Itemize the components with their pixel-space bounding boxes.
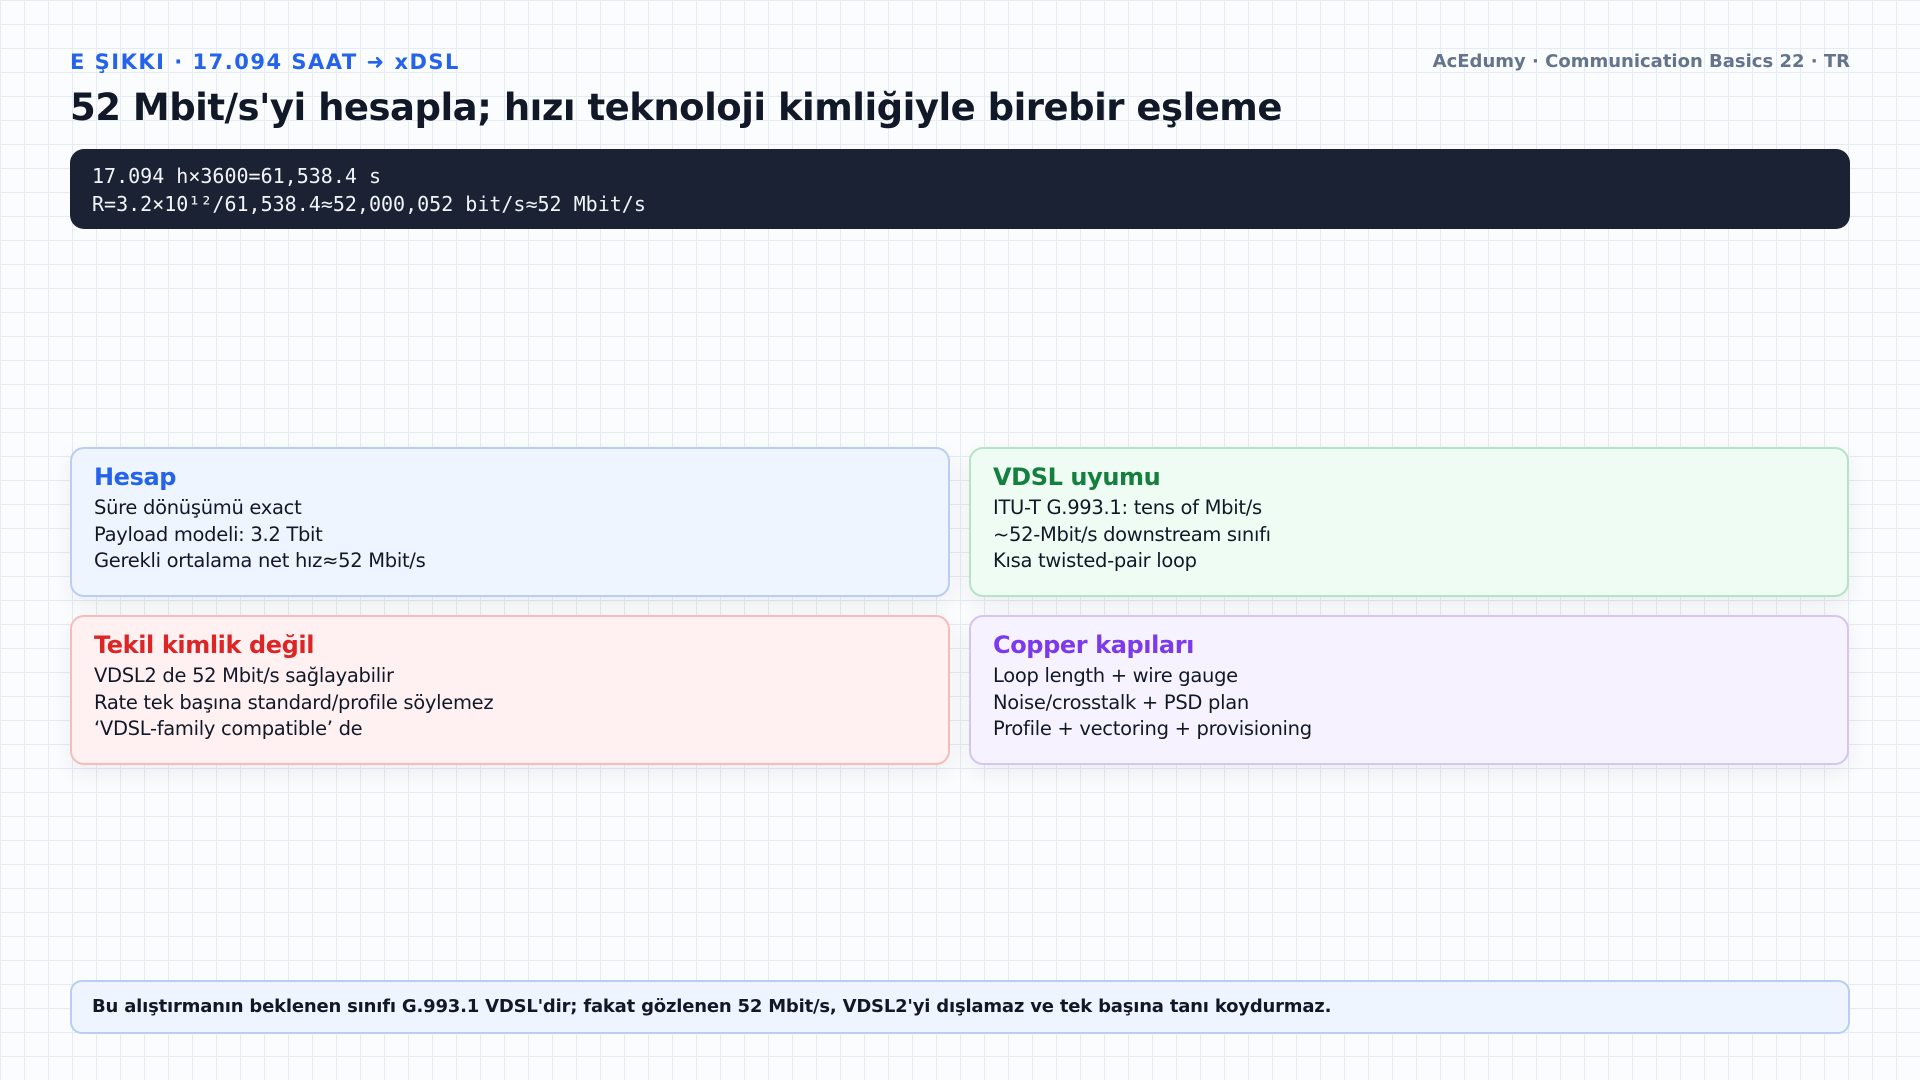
card-item: ~52-Mbit/s downstream sınıfı (993, 522, 1271, 546)
course-brand: AcEdumy · Communication Basics 22 · TR (1432, 51, 1850, 72)
card-item: Noise/crosstalk + PSD plan (993, 690, 1249, 714)
card-item: Gerekli ortalama net hız≈52 Mbit/s (94, 549, 426, 572)
card-title: Tekil kimlik değil (94, 631, 315, 659)
card-list: VDSL2 de 52 Mbit/s sağlayabilir Rate tek… (94, 663, 926, 743)
card-hesap: Hesap Süre dönüşümü exact Payload modeli… (70, 447, 950, 597)
card-item: Payload modeli: 3.2 Tbit (94, 522, 323, 546)
card-item: ITU-T G.993.1: tens of Mbit/s (993, 496, 1262, 519)
card-item: Profile + vectoring + provisioning (993, 717, 1312, 740)
card-item: Kısa twisted-pair loop (993, 549, 1197, 572)
card-list: Loop length + wire gauge Noise/crosstalk… (993, 663, 1825, 743)
page-title: 52 Mbit/s'yi hesapla; hızı teknoloji kim… (70, 86, 1282, 129)
card-item: Loop length + wire gauge (993, 664, 1238, 687)
card-list: Süre dönüşümü exact Payload modeli: 3.2 … (94, 495, 926, 575)
calculation-line-rate: R=3.2×10¹²/61,538.4≈52,000,052 bit/s≈52 … (92, 192, 646, 216)
card-tekil-kimlik-degil: Tekil kimlik değil VDSL2 de 52 Mbit/s sa… (70, 615, 950, 765)
card-item: Rate tek başına standard/profile söyleme… (94, 690, 494, 714)
card-item: ‘VDSL-family compatible’ de (94, 717, 363, 740)
section-kicker: E ŞIKKI · 17.094 SAAT ➜ xDSL (70, 50, 460, 74)
card-title: Copper kapıları (993, 631, 1194, 659)
card-vdsl-uyumu: VDSL uyumu ITU-T G.993.1: tens of Mbit/s… (969, 447, 1849, 597)
calculation-block: 17.094 h×3600=61,538.4 s R=3.2×10¹²/61,5… (70, 149, 1850, 229)
card-item: VDSL2 de 52 Mbit/s sağlayabilir (94, 664, 394, 687)
card-title: Hesap (94, 463, 177, 491)
calculation-line-duration: 17.094 h×3600=61,538.4 s (92, 164, 381, 188)
card-copper-kapilari: Copper kapıları Loop length + wire gauge… (969, 615, 1849, 765)
summary-note: Bu alıştırmanın beklenen sınıfı G.993.1 … (70, 980, 1850, 1034)
card-list: ITU-T G.993.1: tens of Mbit/s ~52-Mbit/s… (993, 495, 1825, 575)
card-title: VDSL uyumu (993, 463, 1161, 491)
card-item: Süre dönüşümü exact (94, 496, 302, 519)
